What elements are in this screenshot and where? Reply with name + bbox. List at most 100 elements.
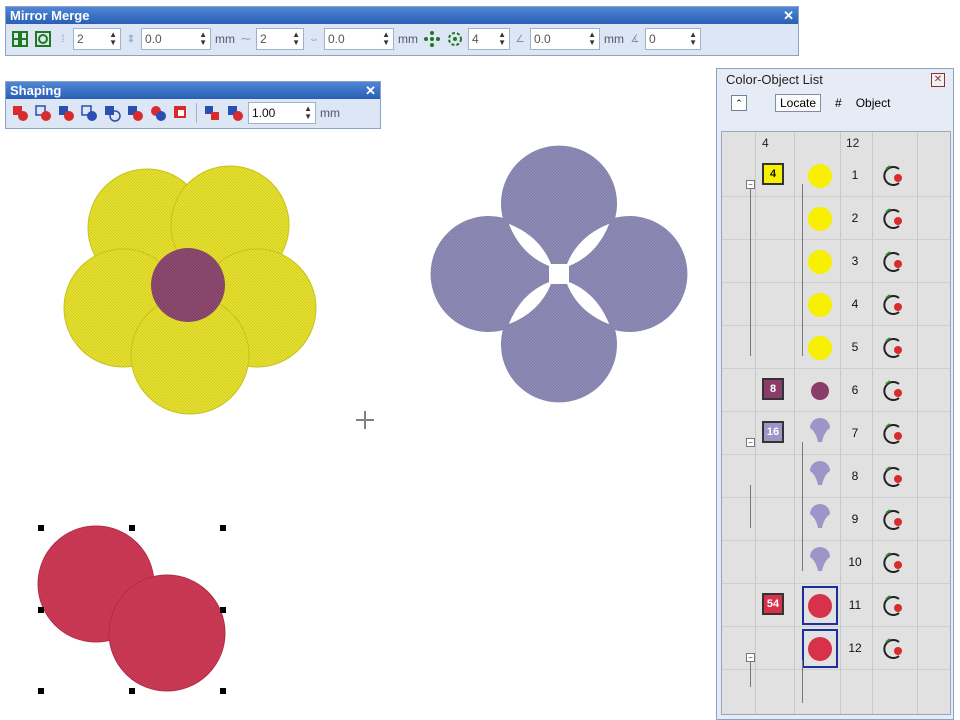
collapse-all-icon[interactable]: ⌃ — [731, 95, 747, 111]
collapse-toggle-icon[interactable]: − — [746, 438, 755, 447]
object-row[interactable]: 41 — [722, 154, 950, 197]
locate-button[interactable]: Locate — [775, 94, 822, 112]
thread-color-swatch[interactable]: 8 — [762, 378, 784, 400]
stepper-arrows-icon[interactable]: ▲ ▼ — [292, 31, 300, 47]
shaping-close-icon[interactable]: ✕ — [365, 82, 376, 99]
red-circle-front[interactable] — [108, 574, 226, 692]
stepper-arrows-icon[interactable]: ▲ ▼ — [689, 31, 697, 47]
stepper-arrows-icon[interactable]: ▲ ▼ — [304, 105, 312, 121]
object-color-icon[interactable] — [804, 203, 836, 235]
object-row[interactable]: 8 — [722, 455, 950, 498]
complex-fill-object-icon[interactable] — [880, 249, 906, 275]
shaping-title-bar[interactable]: Shaping ✕ — [6, 82, 380, 99]
shape-intersect-icon[interactable] — [56, 103, 76, 123]
vertical-gap-stepper[interactable]: 0.0 ▲ ▼ — [141, 28, 211, 50]
shape-exclude-icon[interactable] — [79, 103, 99, 123]
object-color-icon[interactable] — [804, 547, 836, 579]
object-row[interactable]: 54 11 — [722, 584, 950, 627]
offset-stepper[interactable]: 0.0 ▲ ▼ — [530, 28, 600, 50]
shape-combine-icon[interactable] — [171, 103, 191, 123]
color-object-list-title: Color-Object List — [726, 72, 823, 87]
flower-center[interactable] — [151, 248, 225, 322]
object-row[interactable]: 2 — [722, 197, 950, 240]
object-color-icon[interactable] — [804, 246, 836, 278]
object-color-icon[interactable] — [804, 332, 836, 364]
quatrefoil-design[interactable] — [428, 143, 693, 408]
object-row[interactable]: 86 — [722, 369, 950, 412]
object-number: 4 — [851, 297, 859, 311]
object-row[interactable]: 9 — [722, 498, 950, 541]
shape-back-minus-icon[interactable] — [102, 103, 122, 123]
selection-handle[interactable] — [38, 607, 44, 613]
object-color-icon[interactable] — [804, 504, 836, 536]
complex-fill-object-icon[interactable] — [880, 636, 906, 662]
stepper-arrows-icon[interactable]: ▲ ▼ — [588, 31, 596, 47]
complex-fill-object-icon[interactable] — [880, 378, 906, 404]
kaleidoscope-icon[interactable] — [422, 29, 442, 49]
rotation-angle-stepper[interactable]: 0 ▲ ▼ — [645, 28, 701, 50]
collapse-toggle-icon[interactable]: − — [746, 180, 755, 189]
selection-handle[interactable] — [38, 525, 44, 531]
shape-offset-icon[interactable] — [202, 103, 222, 123]
horizontal-gap-stepper[interactable]: 0.0 ▲ ▼ — [324, 28, 394, 50]
complex-fill-object-icon[interactable] — [880, 550, 906, 576]
thread-color-swatch[interactable]: 4 — [762, 163, 784, 185]
mirror-count-stepper[interactable]: 2 ▲ ▼ — [73, 28, 121, 50]
object-row[interactable]: 16 7 — [722, 412, 950, 455]
object-row[interactable]: 10 — [722, 541, 950, 584]
stepper-arrows-icon[interactable]: ▲ ▼ — [382, 31, 390, 47]
shape-trim-icon[interactable] — [33, 103, 53, 123]
selection-handle[interactable] — [220, 688, 226, 694]
repeat-count-stepper[interactable]: 4 ▲ ▼ — [468, 28, 510, 50]
complex-fill-object-icon[interactable] — [880, 421, 906, 447]
vertical-gap-value: 0.0 — [145, 32, 162, 46]
object-row[interactable]: 3 — [722, 240, 950, 283]
mirror-merge-mirror-icon[interactable] — [10, 29, 30, 49]
object-color-icon[interactable] — [804, 160, 836, 192]
collapse-toggle-icon[interactable]: − — [746, 653, 755, 662]
shaping-offset-stepper[interactable]: 1.00 ▲ ▼ — [248, 102, 316, 124]
selection-handle[interactable] — [38, 688, 44, 694]
stepper-arrows-icon[interactable]: ▲ ▼ — [199, 31, 207, 47]
object-row[interactable]: 12 — [722, 627, 950, 670]
red-circles-design[interactable] — [36, 524, 231, 694]
shape-weld-icon[interactable] — [10, 103, 30, 123]
object-row[interactable]: 5 — [722, 326, 950, 369]
object-color-icon[interactable] — [804, 289, 836, 321]
flower-design[interactable] — [55, 160, 325, 420]
stepper-arrows-icon[interactable]: ▲ ▼ — [109, 31, 117, 47]
object-number: 5 — [851, 340, 859, 354]
horizontal-count-stepper[interactable]: 2 ▲ ▼ — [256, 28, 304, 50]
object-color-icon[interactable] — [804, 461, 836, 493]
thread-color-swatch[interactable]: 54 — [762, 593, 784, 615]
complex-fill-object-icon[interactable] — [880, 163, 906, 189]
mirror-merge-title-bar[interactable]: Mirror Merge ✕ — [6, 7, 798, 24]
selection-handle[interactable] — [220, 525, 226, 531]
horizontal-count-value: 2 — [260, 32, 267, 46]
selection-handle[interactable] — [129, 525, 135, 531]
mirror-merge-rotate-icon[interactable] — [33, 29, 53, 49]
shape-divide-icon[interactable] — [148, 103, 168, 123]
object-number: 8 — [851, 469, 859, 483]
object-row[interactable]: 4 — [722, 283, 950, 326]
shaping-offset-value: 1.00 — [252, 106, 276, 120]
shape-outline-icon[interactable] — [225, 103, 245, 123]
mirror-merge-close-icon[interactable]: ✕ — [783, 7, 794, 24]
object-color-icon[interactable] — [804, 418, 836, 450]
complex-fill-object-icon[interactable] — [880, 593, 906, 619]
shape-front-minus-icon[interactable] — [125, 103, 145, 123]
complex-fill-object-icon[interactable] — [880, 464, 906, 490]
selection-handle[interactable] — [220, 607, 226, 613]
color-object-tree[interactable]: 4 12 4 1 2 3 4 5 8 6 16 7 8 9 10 54 11 12 − − − — [721, 131, 951, 715]
object-color-icon[interactable] — [804, 375, 836, 407]
thread-color-swatch[interactable]: 16 — [762, 421, 784, 443]
selection-handle[interactable] — [129, 688, 135, 694]
stepper-arrows-icon[interactable]: ▲ ▼ — [498, 31, 506, 47]
complex-fill-object-icon[interactable] — [880, 292, 906, 318]
panel-close-icon[interactable]: ✕ — [931, 73, 945, 87]
complex-fill-object-icon[interactable] — [880, 335, 906, 361]
wreath-icon[interactable] — [445, 29, 465, 49]
complex-fill-object-icon[interactable] — [880, 206, 906, 232]
complex-fill-object-icon[interactable] — [880, 507, 906, 533]
color-object-list-title-bar[interactable]: Color-Object List ✕ — [717, 69, 953, 91]
